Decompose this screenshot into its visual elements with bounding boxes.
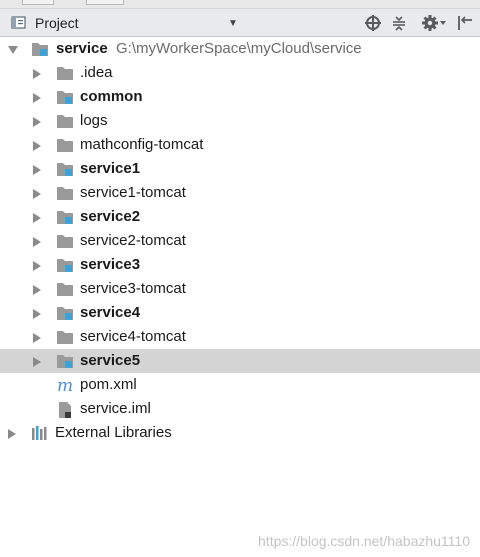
expand-arrow-icon[interactable] xyxy=(33,93,41,103)
root-path: G:\myWorkerSpace\myCloud\service xyxy=(116,40,362,57)
collapse-all-icon[interactable] xyxy=(389,13,409,33)
tree-item-label: service3-tomcat xyxy=(80,280,186,297)
expand-arrow-icon[interactable] xyxy=(33,165,41,175)
tree-item-label: service3 xyxy=(80,256,141,273)
module-folder-icon xyxy=(56,161,74,177)
module-folder-icon xyxy=(56,209,74,225)
module-folder-icon xyxy=(56,89,74,105)
tree-item-label: External Libraries xyxy=(55,424,172,441)
panel-title[interactable]: Project xyxy=(35,15,79,31)
iml-file-icon xyxy=(56,401,74,418)
module-folder-icon xyxy=(31,41,49,57)
expand-arrow-icon[interactable] xyxy=(33,213,41,223)
tree-item-service-iml[interactable]: service.iml xyxy=(0,397,480,421)
expand-arrow-icon[interactable] xyxy=(33,357,41,367)
tree-item-service2[interactable]: service2 xyxy=(0,205,480,229)
tree-item-label: service.iml xyxy=(80,400,151,417)
tree-item-service4[interactable]: service4 xyxy=(0,301,480,325)
tree-item-mathconfig-tomcat[interactable]: mathconfig-tomcat xyxy=(0,133,480,157)
expand-arrow-icon[interactable] xyxy=(33,69,41,79)
tree-item-service3-tomcat[interactable]: service3-tomcat xyxy=(0,277,480,301)
hide-panel-icon[interactable] xyxy=(455,13,475,33)
tab-fragment xyxy=(22,0,54,5)
tree-item-common[interactable]: common xyxy=(0,85,480,109)
tree-item-idea[interactable]: .idea xyxy=(0,61,480,85)
folder-icon xyxy=(56,233,74,249)
tree-item-service1[interactable]: service1 xyxy=(0,157,480,181)
expand-arrow-icon[interactable] xyxy=(33,117,41,127)
expand-arrow-icon[interactable] xyxy=(33,141,41,151)
tree-root-service[interactable]: service G:\myWorkerSpace\myCloud\service xyxy=(0,37,480,61)
folder-icon xyxy=(56,329,74,345)
project-panel-header: Project ▼ xyxy=(0,9,480,37)
tree-item-label: service1 xyxy=(80,160,141,177)
folder-icon xyxy=(56,185,74,201)
tree-item-label: logs xyxy=(80,112,108,129)
tab-fragment xyxy=(86,0,124,5)
module-folder-icon xyxy=(56,353,74,369)
expand-arrow-icon[interactable] xyxy=(33,285,41,295)
tree-item-label: service5 xyxy=(80,352,141,369)
expand-arrow-icon[interactable] xyxy=(33,309,41,319)
expand-arrow-icon[interactable] xyxy=(33,189,41,199)
expand-arrow-icon[interactable] xyxy=(33,333,41,343)
tree-item-label: pom.xml xyxy=(80,376,137,393)
svg-text:m: m xyxy=(57,377,73,393)
expand-arrow-icon[interactable] xyxy=(33,237,41,247)
tree-item-external-libraries[interactable]: External Libraries xyxy=(0,421,480,445)
maven-icon: m xyxy=(56,376,74,396)
tree-item-label: service4 xyxy=(80,304,141,321)
tree-item-label: service2-tomcat xyxy=(80,232,186,249)
folder-icon xyxy=(56,137,74,153)
gear-icon[interactable] xyxy=(421,13,447,33)
tree-item-label: service4-tomcat xyxy=(80,328,186,345)
tree-item-service4-tomcat[interactable]: service4-tomcat xyxy=(0,325,480,349)
tree-item-label: mathconfig-tomcat xyxy=(80,136,204,153)
root-label: service xyxy=(56,40,108,57)
tree-item-service3[interactable]: service3 xyxy=(0,253,480,277)
tree-item-label: service1-tomcat xyxy=(80,184,186,201)
tree-item-label: .idea xyxy=(80,64,113,81)
folder-icon xyxy=(56,281,74,297)
project-icon xyxy=(11,15,27,30)
tree-item-service2-tomcat[interactable]: service2-tomcat xyxy=(0,229,480,253)
tree-item-service5[interactable]: service5 xyxy=(0,349,480,373)
tree-item-logs[interactable]: logs xyxy=(0,109,480,133)
folder-icon xyxy=(56,65,74,81)
tree-item-label: service2 xyxy=(80,208,141,225)
top-tab-strip xyxy=(0,0,480,9)
module-folder-icon xyxy=(56,257,74,273)
folder-icon xyxy=(56,113,74,129)
expand-arrow-icon[interactable] xyxy=(33,261,41,271)
tree-item-pom-xml[interactable]: m pom.xml xyxy=(0,373,480,397)
watermark: https://blog.csdn.net/habazhu1110 xyxy=(258,533,470,549)
tree-item-label: common xyxy=(80,88,143,105)
view-dropdown-icon[interactable]: ▼ xyxy=(228,18,238,29)
module-folder-icon xyxy=(56,305,74,321)
expand-arrow-icon[interactable] xyxy=(8,429,16,439)
locate-icon[interactable] xyxy=(363,13,383,33)
libraries-icon xyxy=(31,425,49,441)
expand-arrow-icon[interactable] xyxy=(8,46,18,54)
tree-item-service1-tomcat[interactable]: service1-tomcat xyxy=(0,181,480,205)
